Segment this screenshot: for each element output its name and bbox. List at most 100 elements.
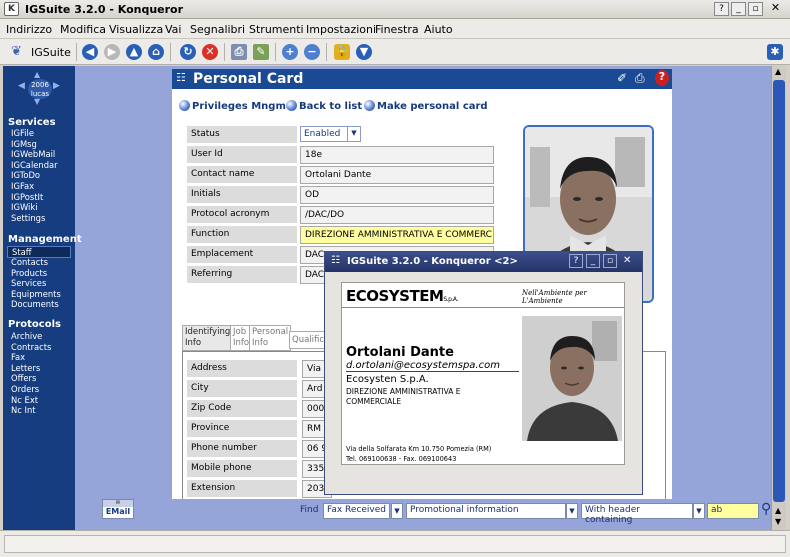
minimize-button[interactable]: _ <box>731 2 746 16</box>
menu-segnalibri[interactable]: Segnalibri <box>190 23 245 36</box>
print-page-icon[interactable]: ⎙ <box>635 71 645 86</box>
reload-icon[interactable]: ↻ <box>180 44 196 60</box>
sidebar-item-nc-ext[interactable]: Nc Ext <box>11 395 38 405</box>
tab-qualification[interactable]: Qualific <box>289 331 328 349</box>
chevron-down-icon[interactable]: ▼ <box>566 503 578 519</box>
back-icon[interactable]: ◀ <box>82 44 98 60</box>
menu-impostazioni[interactable]: Impostazioni <box>306 23 376 36</box>
privileges-link[interactable]: Privileges Mngm <box>179 100 286 112</box>
menu-strumenti[interactable]: Strumenti <box>249 23 304 36</box>
protocols-heading: Protocols <box>8 319 61 330</box>
sidebar-item-igtodo[interactable]: IGToDo <box>11 170 40 180</box>
email-button[interactable]: ✉ EMail <box>102 499 134 519</box>
user-id-label: User Id <box>187 146 297 163</box>
close-button[interactable]: ✕ <box>768 2 783 16</box>
chevron-down-icon[interactable]: ▼ <box>693 503 705 519</box>
find-field-select[interactable]: Promotional information <box>406 503 566 519</box>
protocol-acronym-field[interactable]: /DAC/DO <box>300 206 494 224</box>
window-titlebar: K IGSuite 3.2.0 - Konqueror ? _ ▫ ✕ <box>0 0 790 19</box>
sidebar-item-igwebmail[interactable]: IGWebMail <box>11 149 55 159</box>
vertical-scrollbar[interactable]: ▲ ▲ ▼ <box>771 66 786 530</box>
sidebar-item-fax[interactable]: Fax <box>11 352 25 362</box>
print-preview-icon[interactable]: ✎ <box>253 44 269 60</box>
sidebar-item-settings[interactable]: Settings <box>11 213 45 223</box>
sidebar-item-igfile[interactable]: IGFile <box>11 128 34 138</box>
help-button[interactable]: ? <box>714 2 729 16</box>
menu-aiuto[interactable]: Aiuto <box>424 23 453 36</box>
home-icon[interactable]: ⌂ <box>148 44 164 60</box>
sidebar-item-igfax[interactable]: IGFax <box>11 181 34 191</box>
help-icon[interactable]: ? <box>655 70 669 86</box>
sidebar-item-igmsg[interactable]: IGMsg <box>11 139 37 149</box>
sidebar-item-contracts[interactable]: Contracts <box>11 342 51 352</box>
popup-help-button[interactable]: ? <box>569 254 583 268</box>
sidebar-item-igpostit[interactable]: IGPostIt <box>11 192 43 202</box>
igsuite-home-button[interactable]: ❦ IGSuite <box>3 43 75 61</box>
zoom-out-icon[interactable]: − <box>304 44 320 60</box>
tag-icon[interactable]: ✐ <box>617 71 627 85</box>
stop-icon[interactable]: ✕ <box>202 44 218 60</box>
emplacement-label: Emplacement <box>187 246 297 263</box>
menu-visualizza[interactable]: Visualizza <box>109 23 163 36</box>
down-arrow-icon[interactable]: ▼ <box>34 97 40 106</box>
sidebar-item-services[interactable]: Services <box>11 278 46 288</box>
find-value-input[interactable]: ab <box>707 503 759 519</box>
extension-label: Extension <box>187 480 297 497</box>
sidebar-item-products[interactable]: Products <box>11 268 47 278</box>
tab-identifying-info[interactable]: Identifying Info <box>182 325 234 351</box>
zoom-in-icon[interactable]: + <box>282 44 298 60</box>
security-lock-icon[interactable]: 🔒 <box>334 44 350 60</box>
forward-icon[interactable]: ▶ <box>104 44 120 60</box>
search-icon[interactable]: ⚲ <box>761 501 771 517</box>
toolbar-separator <box>170 43 171 61</box>
tab-personal-info[interactable]: Personal Info <box>249 325 292 351</box>
function-field[interactable]: DIREZIONE AMMINISTRATIVA E COMMERC <box>300 226 494 244</box>
card-email: d.ortolani@ecosystemspa.com <box>346 360 519 372</box>
scroll-down-icon[interactable]: ▼ <box>775 517 781 526</box>
menu-finestra[interactable]: Finestra <box>375 23 419 36</box>
tab-label: Personal <box>252 327 289 337</box>
back-to-list-link[interactable]: Back to list <box>286 100 362 112</box>
sidebar-item-archive[interactable]: Archive <box>11 331 42 341</box>
company-logo: ECOSYSTEMS.p.A. <box>346 287 458 305</box>
find-type-select[interactable]: Fax Received <box>323 503 390 519</box>
up-arrow-icon[interactable]: ▲ <box>34 70 40 79</box>
mobile-phone-label: Mobile phone <box>187 460 297 477</box>
contact-name-field[interactable]: Ortolani Dante <box>300 166 494 184</box>
sidebar-item-nc-int[interactable]: Nc Int <box>11 405 36 415</box>
sidebar-item-equipments[interactable]: Equipments <box>11 289 61 299</box>
up-icon[interactable]: ▲ <box>126 44 142 60</box>
sidebar-item-documents[interactable]: Documents <box>11 299 59 309</box>
chevron-down-icon[interactable]: ▼ <box>391 503 403 519</box>
tab-label: Info <box>233 338 250 348</box>
menu-indirizzo[interactable]: Indirizzo <box>6 23 52 36</box>
scrollbar-thumb[interactable] <box>773 80 785 502</box>
find-mode-select[interactable]: With header containing <box>581 503 693 525</box>
download-icon[interactable]: ▼ <box>356 44 372 60</box>
status-select[interactable]: Enabled ▼ <box>300 126 361 142</box>
initials-field[interactable]: OD <box>300 186 494 204</box>
sidebar-item-igwiki[interactable]: IGWiki <box>11 202 38 212</box>
make-personal-card-link[interactable]: Make personal card <box>364 100 488 112</box>
scroll-up-icon[interactable]: ▲ <box>775 506 781 515</box>
window-title: IGSuite 3.2.0 - Konqueror <box>25 3 184 16</box>
print-icon[interactable]: ⎙ <box>231 44 247 60</box>
sidebar-item-contacts[interactable]: Contacts <box>11 257 48 267</box>
popup-close-button[interactable]: ✕ <box>623 255 631 266</box>
right-arrow-icon[interactable]: ▶ <box>53 81 60 91</box>
maximize-button[interactable]: ▫ <box>748 2 763 16</box>
popup-window: ☷ IGSuite 3.2.0 - Konqueror <2> ? _ ▫ ✕ … <box>324 251 643 495</box>
menu-vai[interactable]: Vai <box>165 23 181 36</box>
sidebar-item-letters[interactable]: Letters <box>11 363 40 373</box>
popup-maximize-button[interactable]: ▫ <box>603 254 617 268</box>
sidebar-item-orders[interactable]: Orders <box>11 384 39 394</box>
left-arrow-icon[interactable]: ◀ <box>18 81 25 91</box>
user-id-field[interactable]: 18e <box>300 146 494 164</box>
sidebar-item-igcalendar[interactable]: IGCalendar <box>11 160 58 170</box>
toolbar: ❦ IGSuite ◀ ▶ ▲ ⌂ ↻ ✕ ⎙ ✎ + − 🔒 ▼ ✱ <box>0 39 790 65</box>
sidebar-item-offers[interactable]: Offers <box>11 373 36 383</box>
scroll-up-icon[interactable]: ▲ <box>775 67 781 76</box>
popup-minimize-button[interactable]: _ <box>586 254 600 268</box>
menu-modifica[interactable]: Modifica <box>60 23 106 36</box>
calendar-nav-widget[interactable]: ▲ ◀ 2006 lucas ▶ ▼ <box>15 70 63 108</box>
